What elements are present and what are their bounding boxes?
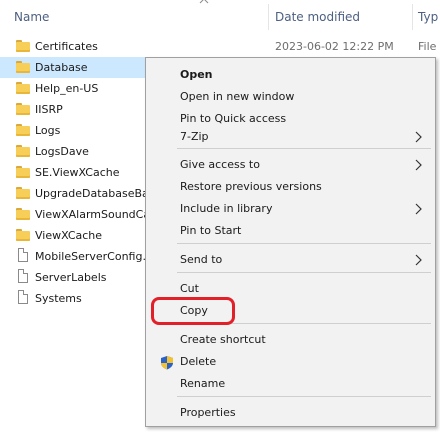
chevron-right-icon — [415, 159, 422, 171]
file-name: ViewXAlarmSoundCa — [35, 208, 151, 221]
folder-row[interactable]: Certificates — [0, 36, 145, 57]
file-row[interactable]: MobileServerConfig. — [0, 246, 146, 267]
menu-separator — [177, 148, 431, 149]
column-divider[interactable] — [412, 4, 413, 30]
folder-row[interactable]: SE.ViewXCache — [0, 162, 145, 183]
copy-highlight-outline — [151, 297, 235, 325]
menu-item-create-shortcut[interactable]: Create shortcut — [146, 329, 435, 351]
menu-item-label: Delete — [180, 355, 217, 368]
file-icon — [18, 290, 28, 304]
file-name: Logs — [35, 124, 61, 137]
menu-item-rename[interactable]: Rename — [146, 373, 435, 395]
folder-icon — [16, 61, 30, 73]
menu-item-delete[interactable]: Delete — [146, 351, 435, 373]
file-name: SE.ViewXCache — [35, 166, 120, 179]
folder-icon — [16, 208, 30, 220]
file-name: Help_en-US — [35, 82, 99, 95]
menu-item-restore-previous-versions[interactable]: Restore previous versions — [146, 176, 435, 198]
menu-separator — [177, 396, 431, 397]
file-icon — [18, 248, 28, 262]
folder-icon — [16, 229, 30, 241]
file-name: MobileServerConfig. — [35, 250, 146, 263]
date-modified-value: 2023-06-02 12:22 PM — [275, 40, 394, 53]
folder-row[interactable]: IISRP — [0, 99, 145, 120]
menu-item-give-access-to[interactable]: Give access to — [146, 154, 435, 176]
folder-icon — [16, 166, 30, 178]
column-header: Name Date modified Typ — [0, 0, 440, 34]
file-row[interactable]: ServerLabels — [0, 267, 145, 288]
menu-item-label: Create shortcut — [180, 333, 266, 346]
file-name: Database — [35, 61, 88, 74]
folder-row[interactable]: LogsDave — [0, 141, 145, 162]
type-value: File — [418, 40, 437, 53]
menu-item-include-in-library[interactable]: Include in library — [146, 198, 435, 220]
column-name[interactable]: Name — [14, 10, 49, 24]
folder-row[interactable]: Logs — [0, 120, 145, 141]
column-type[interactable]: Typ — [418, 10, 438, 24]
menu-item-7-zip[interactable]: 7-Zip — [146, 126, 435, 148]
uac-shield-icon — [161, 356, 173, 370]
folder-icon — [16, 145, 30, 157]
menu-separator — [177, 243, 431, 244]
folder-icon — [16, 40, 30, 52]
file-row[interactable]: Systems — [0, 288, 145, 309]
folder-icon — [16, 82, 30, 94]
menu-item-label: Open — [180, 68, 213, 81]
menu-item-label: Rename — [180, 377, 226, 390]
column-date-modified[interactable]: Date modified — [275, 10, 360, 24]
menu-item-label: Give access to — [180, 158, 260, 171]
file-icon — [18, 269, 28, 283]
folder-row[interactable]: Database — [0, 57, 150, 78]
menu-item-label: Restore previous versions — [180, 180, 322, 193]
folder-row[interactable]: ViewXCache — [0, 225, 145, 246]
menu-item-label: Pin to Start — [180, 224, 242, 237]
folder-icon — [16, 124, 30, 136]
menu-item-label: Open in new window — [180, 90, 295, 103]
chevron-right-icon — [415, 203, 422, 215]
file-name: ViewXCache — [35, 229, 103, 242]
menu-item-send-to[interactable]: Send to — [146, 249, 435, 271]
file-name: IISRP — [35, 103, 63, 116]
chevron-up-icon[interactable] — [199, 0, 209, 4]
chevron-right-icon — [415, 254, 422, 266]
menu-item-label: Pin to Quick access — [180, 112, 287, 125]
folder-row[interactable]: UpgradeDatabaseBac — [0, 183, 155, 204]
file-name: ServerLabels — [35, 271, 107, 284]
folder-icon — [16, 187, 30, 199]
menu-item-label: Properties — [180, 406, 236, 419]
folder-icon — [16, 103, 30, 115]
menu-item-pin-to-start[interactable]: Pin to Start — [146, 220, 435, 242]
file-name: Systems — [35, 292, 82, 305]
folder-row[interactable]: Help_en-US — [0, 78, 145, 99]
file-name: LogsDave — [35, 145, 89, 158]
context-menu: Open Open in new window Pin to Quick acces… — [145, 57, 436, 427]
menu-separator — [177, 272, 431, 273]
folder-row[interactable]: ViewXAlarmSoundCa — [0, 204, 150, 225]
menu-item-label: 7-Zip — [180, 130, 209, 143]
chevron-right-icon — [415, 131, 422, 143]
menu-item-properties[interactable]: Properties — [146, 402, 435, 424]
menu-item-open-in-new-window[interactable]: Open in new window — [146, 86, 435, 108]
menu-item-label: Cut — [180, 282, 199, 295]
menu-item-open[interactable]: Open — [146, 64, 435, 86]
file-name: UpgradeDatabaseBac — [35, 187, 155, 200]
menu-item-label: Send to — [180, 253, 223, 266]
column-divider[interactable] — [268, 4, 269, 30]
file-name: Certificates — [35, 40, 98, 53]
menu-item-label: Include in library — [180, 202, 273, 215]
